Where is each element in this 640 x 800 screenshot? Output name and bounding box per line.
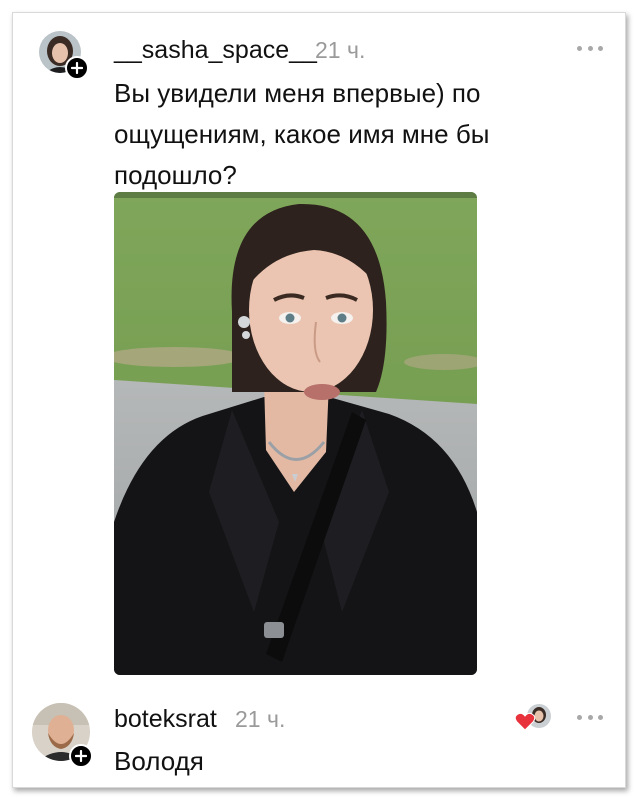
post-text-line-3: подошло?	[114, 160, 237, 190]
plus-icon	[71, 62, 83, 74]
reply-text: Володя	[114, 746, 204, 776]
post-username[interactable]: __sasha_space__	[114, 36, 317, 65]
reply-timestamp: 21 ч.	[235, 706, 286, 732]
plus-icon	[75, 750, 87, 762]
heart-icon	[514, 712, 536, 731]
follow-plus-button[interactable]	[69, 744, 93, 768]
post-photo[interactable]	[114, 192, 477, 675]
reply-username[interactable]: boteksrat	[114, 705, 217, 734]
post-text-line-1: Вы увидели меня впервые) по	[114, 78, 481, 108]
more-dots-icon	[587, 714, 593, 720]
more-dots-icon	[577, 45, 582, 51]
reply-more-button[interactable]	[577, 713, 603, 721]
more-dots-icon	[577, 714, 582, 720]
post-text-line-2: ощущениям, какое имя мне бы	[114, 119, 490, 149]
more-dots-icon	[598, 714, 603, 720]
liked-by-author	[513, 703, 555, 733]
more-dots-icon	[598, 45, 603, 51]
post-timestamp: 21 ч.	[315, 37, 366, 63]
post-more-button[interactable]	[577, 44, 603, 52]
follow-plus-button[interactable]	[65, 56, 89, 80]
thread-card: __sasha_space__ 21 ч. Вы увидели меня вп…	[12, 12, 626, 788]
more-dots-icon	[587, 45, 593, 51]
selfie-photo	[114, 192, 477, 675]
